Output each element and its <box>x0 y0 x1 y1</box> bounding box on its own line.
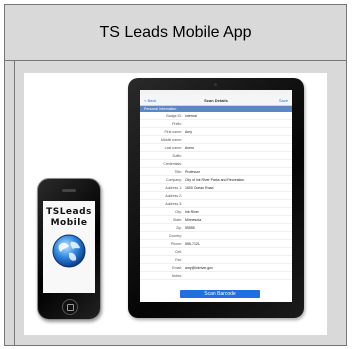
iphone-device: TSLeads Mobile <box>37 178 101 320</box>
field-label: Last name: <box>164 145 182 150</box>
form-row: Last name: Avers <box>140 144 292 152</box>
field-label: Address 1: <box>165 185 182 190</box>
brand-line-2: Mobile <box>50 218 88 228</box>
field-value[interactable]: Amy <box>185 130 192 134</box>
form-row: Cell: <box>140 248 292 256</box>
form-fields: Badge ID: Internal Prefix: First name: Amy Mi… <box>140 112 292 280</box>
page-title: TS Leads Mobile App <box>5 5 346 61</box>
scan-barcode-button[interactable]: Scan Barcode <box>180 290 260 298</box>
product-photo: < Back Scan Details Save Personal Inform… <box>24 73 327 335</box>
form-row: Address 3: <box>140 200 292 208</box>
form-row: State: Minnesota <box>140 216 292 224</box>
field-value[interactable]: City of Ink River Parks and Recreation <box>185 178 244 182</box>
field-value[interactable]: Internal <box>185 114 197 118</box>
form-row: Prefix: <box>140 120 292 128</box>
form-row: Phone: 555-7121 <box>140 240 292 248</box>
field-value[interactable]: Avers <box>185 146 194 150</box>
field-label: Address 3: <box>165 201 182 206</box>
form-row: Fax: <box>140 256 292 264</box>
form-row: Country: <box>140 232 292 240</box>
form-row: Email: amy@inkriver.gov <box>140 264 292 272</box>
field-label: Phone: <box>170 241 182 246</box>
nav-title: Scan Details <box>204 98 228 103</box>
ipad-screen: < Back Scan Details Save Personal Inform… <box>140 90 292 302</box>
form-row: Address 1: 1600 Ocean Road <box>140 184 292 192</box>
form-row: Suffix: <box>140 152 292 160</box>
field-label: Email: <box>172 265 182 270</box>
form-row: First name: Amy <box>140 128 292 136</box>
field-value[interactable]: 55555 <box>185 226 195 230</box>
field-label: Fax: <box>175 257 182 262</box>
field-value[interactable]: Ink River <box>185 210 199 214</box>
field-label: Suffix: <box>172 153 182 158</box>
field-label: Title: <box>174 169 182 174</box>
brand-line-1: TSLeads <box>46 207 92 217</box>
nav-bar: < Back Scan Details Save <box>140 95 292 106</box>
field-label: Notes: <box>171 273 182 278</box>
field-label: Credentials: <box>163 161 182 166</box>
field-label: City: <box>175 209 182 214</box>
ipad-device: < Back Scan Details Save Personal Inform… <box>128 78 304 318</box>
form-row: Company: City of Ink River Parks and Recr… <box>140 176 292 184</box>
form-row: Address 2: <box>140 192 292 200</box>
field-label: Zip: <box>176 225 182 230</box>
speaker-icon <box>62 189 76 192</box>
field-value[interactable]: Minnesota <box>185 218 201 222</box>
form-row: Notes: <box>140 272 292 280</box>
field-value[interactable]: 555-7121 <box>185 242 200 246</box>
form-row: Title: Professor <box>140 168 292 176</box>
camera-icon <box>214 83 217 86</box>
form-row: Middle name: <box>140 136 292 144</box>
field-label: Company: <box>166 177 182 182</box>
iphone-screen: TSLeads Mobile <box>43 201 95 293</box>
field-label: Address 2: <box>165 193 182 198</box>
field-label: First name: <box>164 129 182 134</box>
field-label: Middle name: <box>160 137 182 142</box>
form-row: Zip: 55555 <box>140 224 292 232</box>
field-label: State: <box>172 217 182 222</box>
save-button[interactable]: Save <box>279 98 288 103</box>
field-value[interactable]: amy@inkriver.gov <box>185 266 213 270</box>
form-row: City: Ink River <box>140 208 292 216</box>
field-label: Prefix: <box>172 121 182 126</box>
divider <box>14 61 15 345</box>
field-value[interactable]: Professor <box>185 170 200 174</box>
app-frame: TS Leads Mobile App < Back Scan Details … <box>4 4 347 346</box>
field-value[interactable]: 1600 Ocean Road <box>185 186 213 190</box>
field-label: Cell: <box>174 249 182 254</box>
field-label: Country: <box>168 233 182 238</box>
form-row: Credentials: <box>140 160 292 168</box>
field-label: Badge ID: <box>166 113 182 118</box>
globe-icon <box>52 234 86 268</box>
home-button <box>62 299 78 315</box>
form-row: Badge ID: Internal <box>140 112 292 120</box>
content-panel: < Back Scan Details Save Personal Inform… <box>5 61 346 345</box>
